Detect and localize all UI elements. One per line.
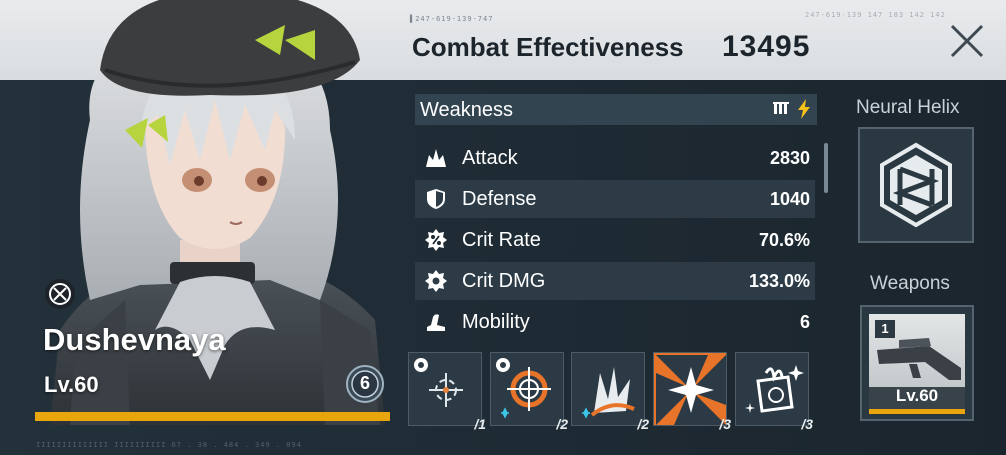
stats-scrollbar[interactable] — [824, 143, 828, 193]
skill-level: /2 — [556, 416, 568, 432]
stat-value: 70.6% — [758, 230, 810, 250]
close-icon[interactable] — [944, 18, 990, 64]
weakness-label: Weakness — [420, 99, 514, 121]
character-portrait — [30, 0, 400, 425]
stat-label: Crit DMG — [462, 270, 546, 292]
attack-icon — [426, 149, 446, 167]
weapon-level: Lv.60 — [895, 386, 939, 405]
skill-level: /2 — [637, 416, 649, 432]
rank-badge: 6 — [345, 364, 385, 404]
stat-value: 6 — [799, 312, 810, 332]
electric-weakness-icon — [798, 99, 810, 119]
gift-skill-icon — [745, 365, 804, 413]
stat-row-crit-dmg: Crit DMG 133.0% — [415, 262, 815, 300]
character-name: Dushevnaya — [43, 322, 226, 357]
burst-skill-icon — [656, 355, 726, 425]
bullet-type-icon — [773, 102, 789, 114]
stat-row-crit-rate: Crit Rate 70.6% — [415, 221, 815, 259]
skill-level: /1 — [474, 416, 486, 432]
neural-helix-button[interactable] — [858, 127, 974, 243]
crosshair-skill-icon — [414, 358, 463, 407]
character-level: Lv.60 — [44, 372, 99, 397]
footer-code: IIIIIIIIIIIIII IIIIIIIIII 67 . 38 . 484 … — [36, 441, 302, 449]
neural-helix-title: Neural Helix — [856, 97, 960, 118]
neural-helix-icon — [880, 142, 952, 228]
skill-slot-4[interactable]: /3 — [653, 352, 731, 432]
weakness-row[interactable]: Weakness — [415, 94, 817, 125]
class-icon — [45, 279, 75, 309]
stat-value: 2830 — [769, 148, 810, 168]
weapon-rarity-bar — [869, 409, 965, 414]
skill-slot-1[interactable]: /1 — [408, 352, 486, 432]
weapon-slot[interactable]: 1 Lv.60 — [860, 305, 974, 421]
crit-rate-icon — [425, 229, 447, 251]
stat-label: Crit Rate — [462, 229, 541, 251]
stat-label: Mobility — [462, 311, 530, 333]
shatter-skill-icon — [582, 367, 635, 419]
rank-badge-number: 6 — [359, 373, 370, 393]
skill-slot-3[interactable]: /2 — [571, 352, 649, 432]
skill-slot-2[interactable]: /2 — [490, 352, 568, 432]
stat-row-defense: Defense 1040 — [415, 180, 815, 218]
header-code-left: ▌247-619-139-747 — [410, 15, 494, 23]
stat-label: Attack — [462, 147, 518, 169]
defense-icon — [427, 189, 445, 209]
weapon-count-badge: 1 — [875, 320, 895, 338]
skill-slot-5[interactable]: /3 — [735, 352, 813, 432]
combat-effectiveness-value: 13495 — [722, 30, 811, 63]
header-code-right: 247-619-139 147 183 142 142 — [805, 11, 946, 19]
stat-row-mobility: Mobility 6 — [415, 303, 815, 341]
stat-label: Defense — [462, 188, 537, 210]
crit-dmg-icon — [425, 270, 447, 292]
skill-level: /3 — [719, 416, 731, 432]
target-skill-icon — [496, 358, 551, 419]
combat-effectiveness-label: Combat Effectiveness — [412, 32, 684, 62]
weapons-title: Weapons — [870, 273, 950, 294]
stat-value: 1040 — [769, 189, 810, 209]
stat-row-attack: Attack 2830 — [415, 139, 815, 177]
skill-level: /3 — [801, 416, 813, 432]
mobility-icon — [427, 314, 445, 331]
rarity-bar — [35, 412, 390, 421]
stat-value: 133.0% — [748, 271, 810, 291]
